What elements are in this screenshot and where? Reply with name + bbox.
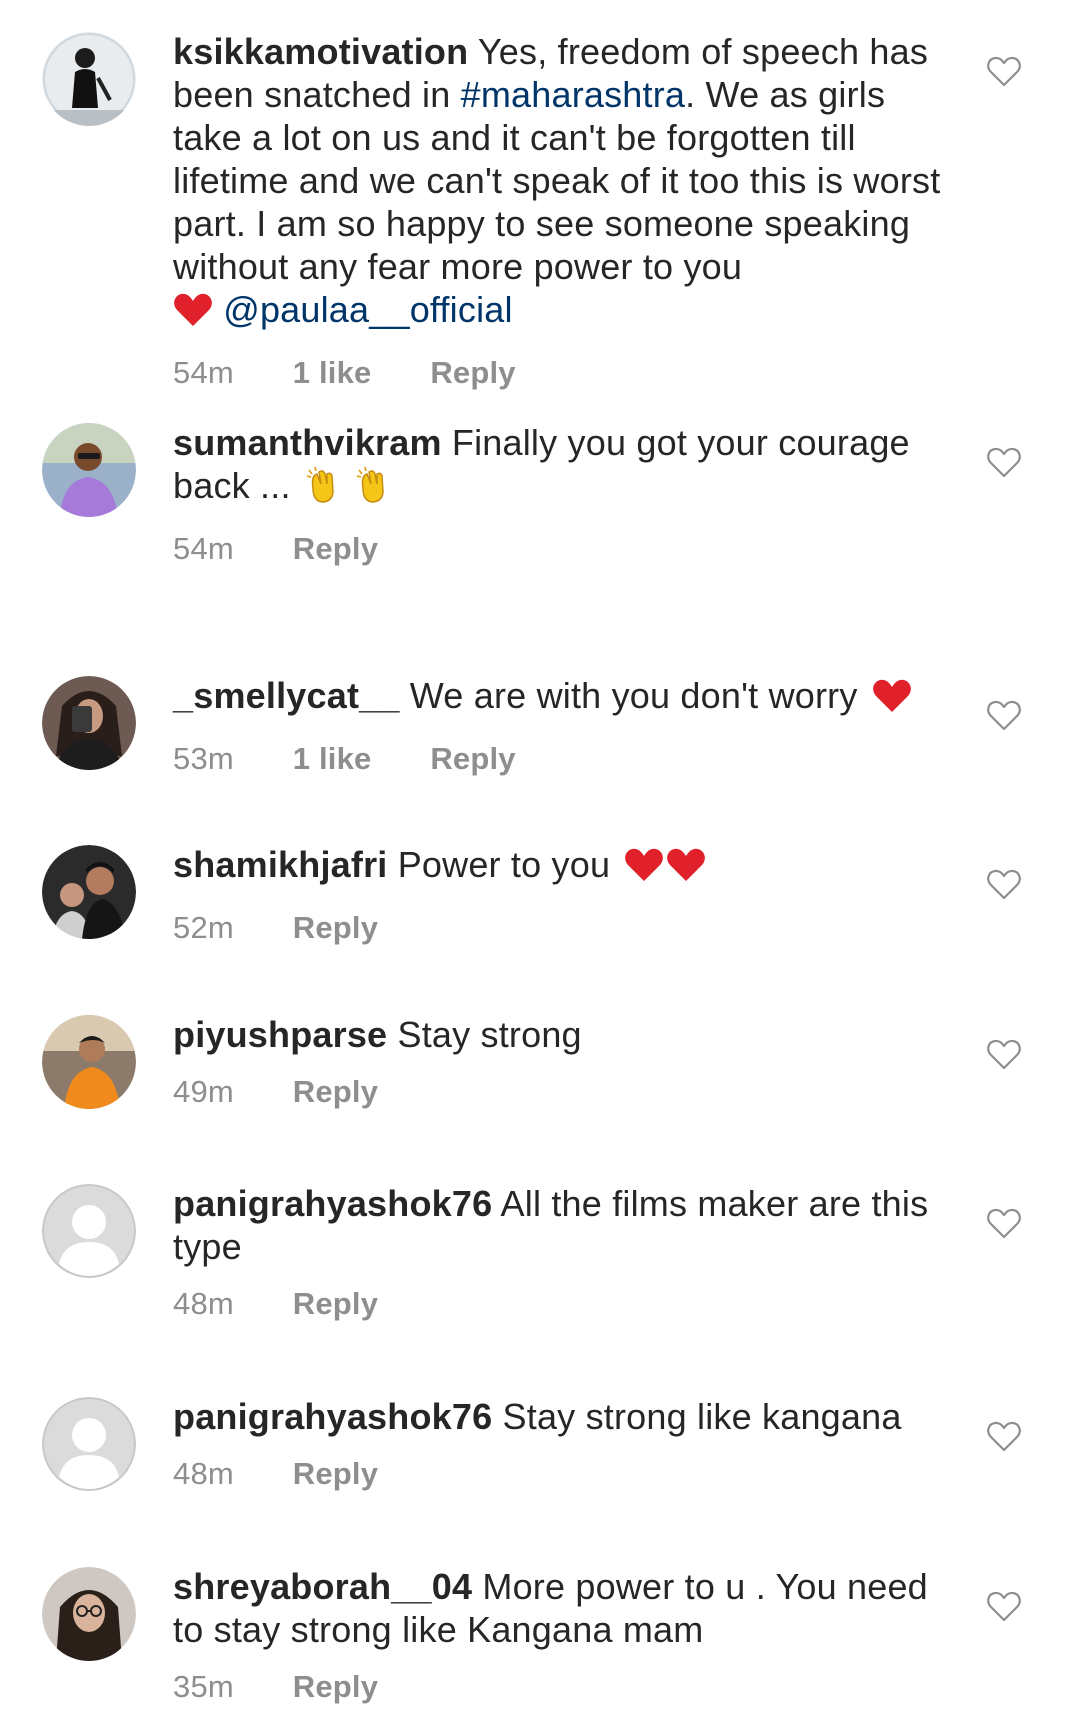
- like-count[interactable]: 1 like: [293, 355, 372, 391]
- avatar[interactable]: [42, 32, 136, 126]
- comment-username[interactable]: piyushparse: [173, 1014, 387, 1055]
- comment-message: We are with you don't worry: [409, 675, 858, 716]
- comment-meta: 54m 1 like Reply: [173, 355, 943, 391]
- comment-username[interactable]: shamikhjafri: [173, 844, 387, 885]
- heart-outline-icon[interactable]: [987, 1039, 1021, 1071]
- comment-text: panigrahyashok76 Stay strong like kangan…: [173, 1395, 943, 1438]
- heart-outline-icon[interactable]: [987, 1591, 1021, 1623]
- avatar[interactable]: [42, 1567, 136, 1661]
- comment-body: panigrahyashok76 Stay strong like kangan…: [173, 1395, 943, 1492]
- avatar[interactable]: [42, 845, 136, 939]
- comments-list: ksikkamotivation Yes, freedom of speech …: [0, 0, 1080, 1715]
- reply-button[interactable]: Reply: [430, 355, 515, 391]
- comment-text: ksikkamotivation Yes, freedom of speech …: [173, 30, 943, 337]
- reply-button[interactable]: Reply: [293, 1669, 378, 1705]
- comment-meta: 52m Reply: [173, 910, 943, 946]
- comment-text: piyushparse Stay strong: [173, 1013, 943, 1056]
- comment-time: 49m: [173, 1074, 234, 1109]
- comment-time: 53m: [173, 741, 234, 776]
- clapping-hands-icon: [355, 466, 391, 513]
- comment-username[interactable]: panigrahyashok76: [173, 1183, 492, 1224]
- comment-body: _smellycat__ We are with you don't worry…: [173, 674, 943, 777]
- comment-time: 54m: [173, 531, 234, 566]
- avatar[interactable]: [42, 676, 136, 770]
- clapping-hands-icon: [305, 466, 341, 513]
- heart-outline-icon[interactable]: [987, 56, 1021, 88]
- comment-time: 48m: [173, 1456, 234, 1491]
- comment-body: shamikhjafri Power to you 52m Reply: [173, 843, 943, 946]
- comment-time: 52m: [173, 910, 234, 945]
- comment-username[interactable]: ksikkamotivation: [173, 31, 468, 72]
- comment-body: panigrahyashok76 All the films maker are…: [173, 1182, 943, 1322]
- comment-meta: 35m Reply: [173, 1669, 943, 1705]
- comment-text: sumanthvikram Finally you got your coura…: [173, 421, 943, 513]
- heart-outline-icon[interactable]: [987, 1421, 1021, 1453]
- comment-username[interactable]: _smellycat__: [173, 675, 400, 716]
- reply-button[interactable]: Reply: [293, 531, 378, 567]
- reply-button[interactable]: Reply: [293, 1074, 378, 1110]
- red-heart-icon: [173, 292, 213, 337]
- reply-button[interactable]: Reply: [293, 910, 378, 946]
- avatar[interactable]: [42, 423, 136, 517]
- heart-outline-icon[interactable]: [987, 869, 1021, 901]
- comment-meta: 48m Reply: [173, 1456, 943, 1492]
- like-count[interactable]: 1 like: [293, 741, 372, 777]
- comment-username[interactable]: shreyaborah__04: [173, 1566, 472, 1607]
- red-heart-icon: [872, 678, 912, 723]
- heart-outline-icon[interactable]: [987, 447, 1021, 479]
- comment-username[interactable]: sumanthvikram: [173, 422, 442, 463]
- comment-message: Stay strong like kangana: [502, 1396, 902, 1437]
- heart-outline-icon[interactable]: [987, 1208, 1021, 1240]
- default-avatar-icon[interactable]: [42, 1397, 136, 1491]
- reply-button[interactable]: Reply: [430, 741, 515, 777]
- red-heart-icon: [666, 847, 706, 892]
- comment-body: ksikkamotivation Yes, freedom of speech …: [173, 30, 943, 391]
- comment-username[interactable]: panigrahyashok76: [173, 1396, 492, 1437]
- comment-time: 48m: [173, 1286, 234, 1321]
- comment-text: _smellycat__ We are with you don't worry: [173, 674, 943, 723]
- comment-meta: 48m Reply: [173, 1286, 943, 1322]
- comment-meta: 49m Reply: [173, 1074, 943, 1110]
- comment-text: shreyaborah__04 More power to u . You ne…: [173, 1565, 943, 1651]
- default-avatar-icon[interactable]: [42, 1184, 136, 1278]
- reply-button[interactable]: Reply: [293, 1456, 378, 1492]
- red-heart-icon: [624, 847, 664, 892]
- avatar[interactable]: [42, 1015, 136, 1109]
- reply-button[interactable]: Reply: [293, 1286, 378, 1322]
- comment-meta: 53m 1 like Reply: [173, 741, 943, 777]
- hashtag-link[interactable]: #maharashtra: [461, 74, 686, 115]
- comment-body: piyushparse Stay strong 49m Reply: [173, 1013, 943, 1110]
- comment-time: 54m: [173, 355, 234, 390]
- comment-body: sumanthvikram Finally you got your coura…: [173, 421, 943, 567]
- mention-link[interactable]: @paulaa__official: [223, 289, 512, 330]
- comment-message: Power to you: [397, 844, 611, 885]
- comment-text: shamikhjafri Power to you: [173, 843, 943, 892]
- comment-text: panigrahyashok76 All the films maker are…: [173, 1182, 943, 1268]
- comment-body: shreyaborah__04 More power to u . You ne…: [173, 1565, 943, 1705]
- comment-meta: 54m Reply: [173, 531, 943, 567]
- comment-message: Stay strong: [397, 1014, 582, 1055]
- heart-outline-icon[interactable]: [987, 700, 1021, 732]
- comment-time: 35m: [173, 1669, 234, 1704]
